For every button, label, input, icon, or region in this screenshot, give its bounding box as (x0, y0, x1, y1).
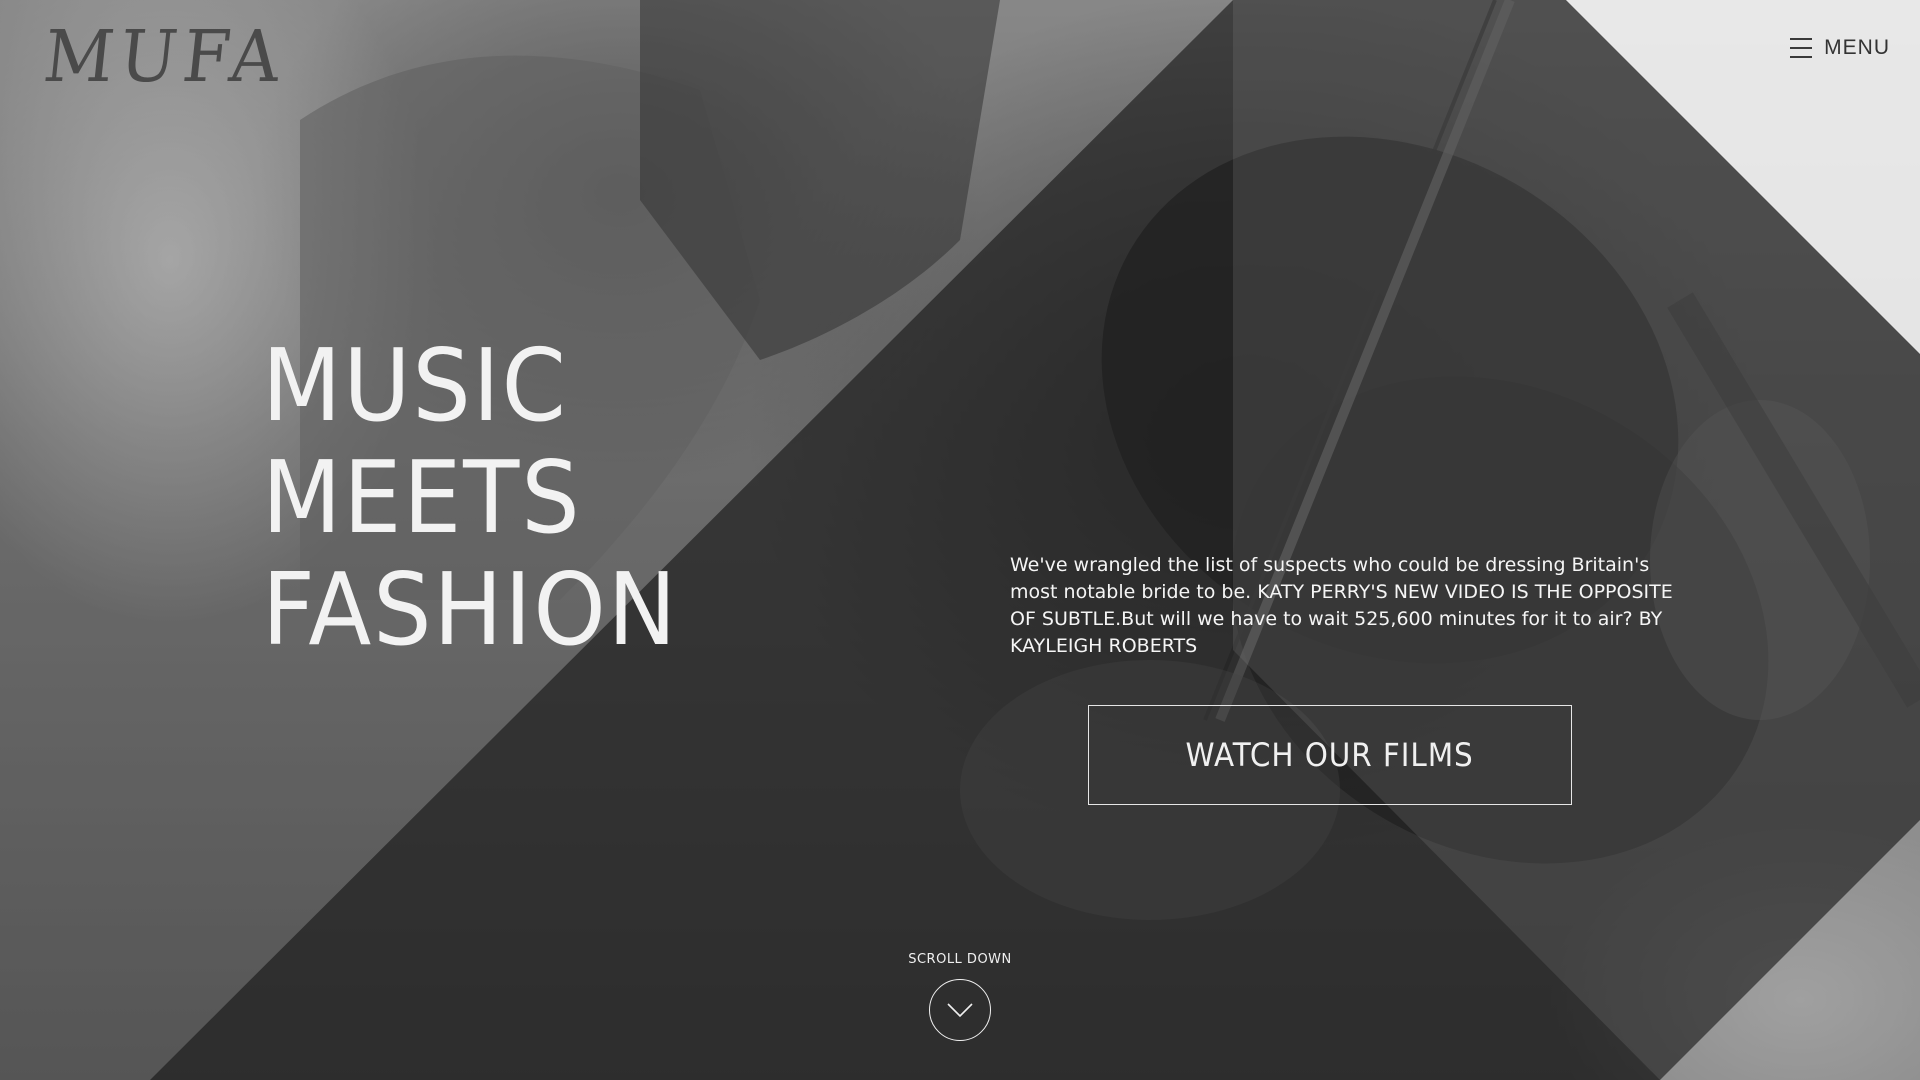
hamburger-icon[interactable] (1790, 38, 1813, 58)
scroll-down[interactable]: SCROLL DOWN (900, 952, 1020, 1041)
scroll-down-label[interactable]: SCROLL DOWN (900, 952, 1020, 967)
headline-line: MUSIC (262, 327, 568, 444)
menu-button[interactable]: MENU (1790, 36, 1890, 60)
headline-line: FASHION (262, 551, 679, 668)
chevron-down-icon (947, 1003, 973, 1018)
watch-films-label[interactable]: WATCH OUR FILMS (1186, 736, 1474, 774)
hero-blurb: We've wrangled the list of suspects who … (1010, 554, 1673, 657)
headline-line: MEETS (262, 439, 582, 556)
watch-films-button[interactable]: WATCH OUR FILMS (1088, 705, 1572, 805)
hero-headline: MUSIC MEETS FASHION (262, 330, 678, 666)
scroll-down-button[interactable] (929, 979, 991, 1041)
logo[interactable]: MUFA (40, 16, 290, 99)
menu-label[interactable]: MENU (1824, 36, 1890, 60)
hero-section: MUFA MENU MUSIC MEETS FASHION We've wran… (0, 0, 1920, 1080)
